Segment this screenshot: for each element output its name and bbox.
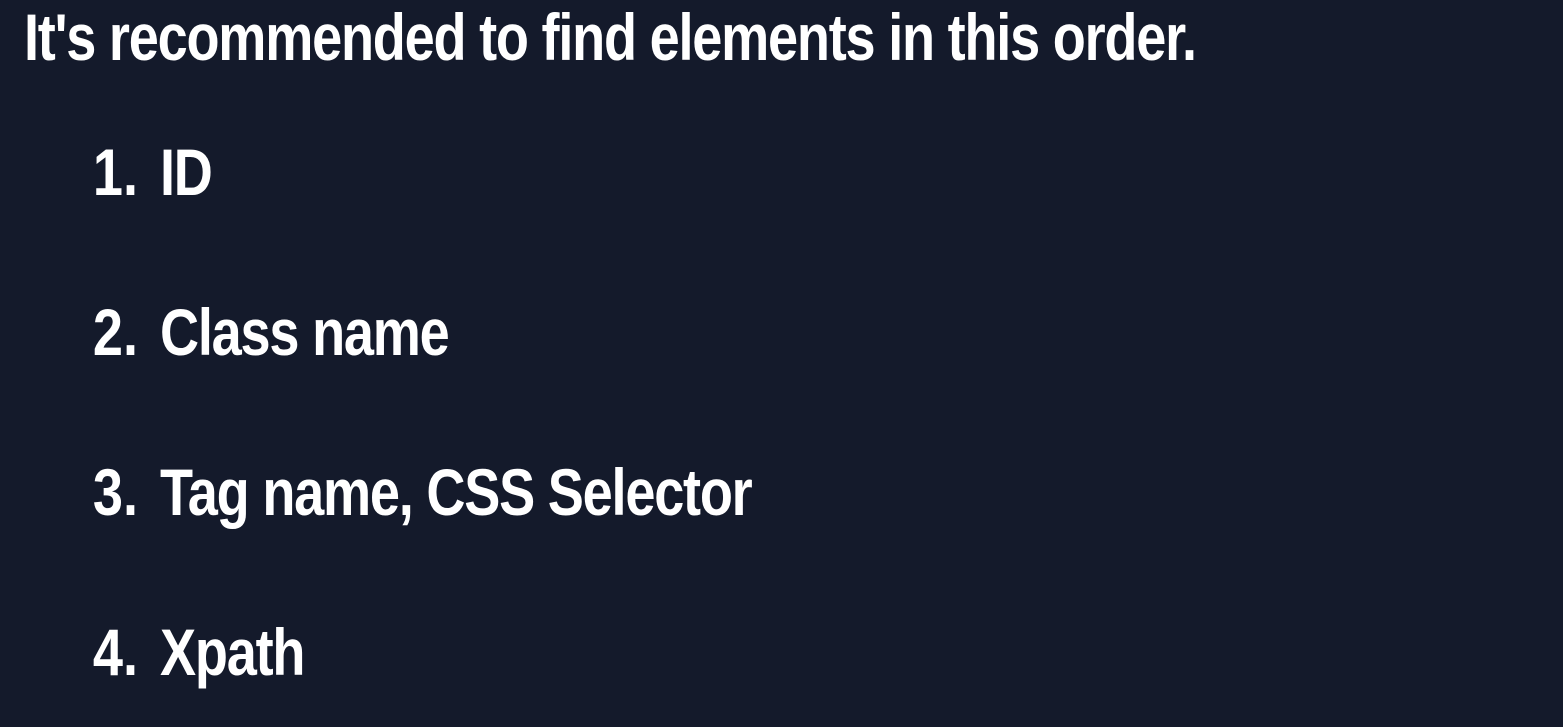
list-item-label: Class name [160,295,450,369]
list-item-number: 2. [92,295,138,369]
list-item-number: 1. [92,135,138,209]
list-item-number: 3. [92,455,138,529]
slide-heading: It's recommended to find elements in thi… [24,0,1197,74]
list-item-label: Xpath [160,615,305,689]
slide: It's recommended to find elements in thi… [0,0,1563,727]
list-item-label: Tag name, CSS Selector [160,455,753,529]
list-item-number: 4. [92,615,138,689]
list-item-label: ID [160,135,213,209]
